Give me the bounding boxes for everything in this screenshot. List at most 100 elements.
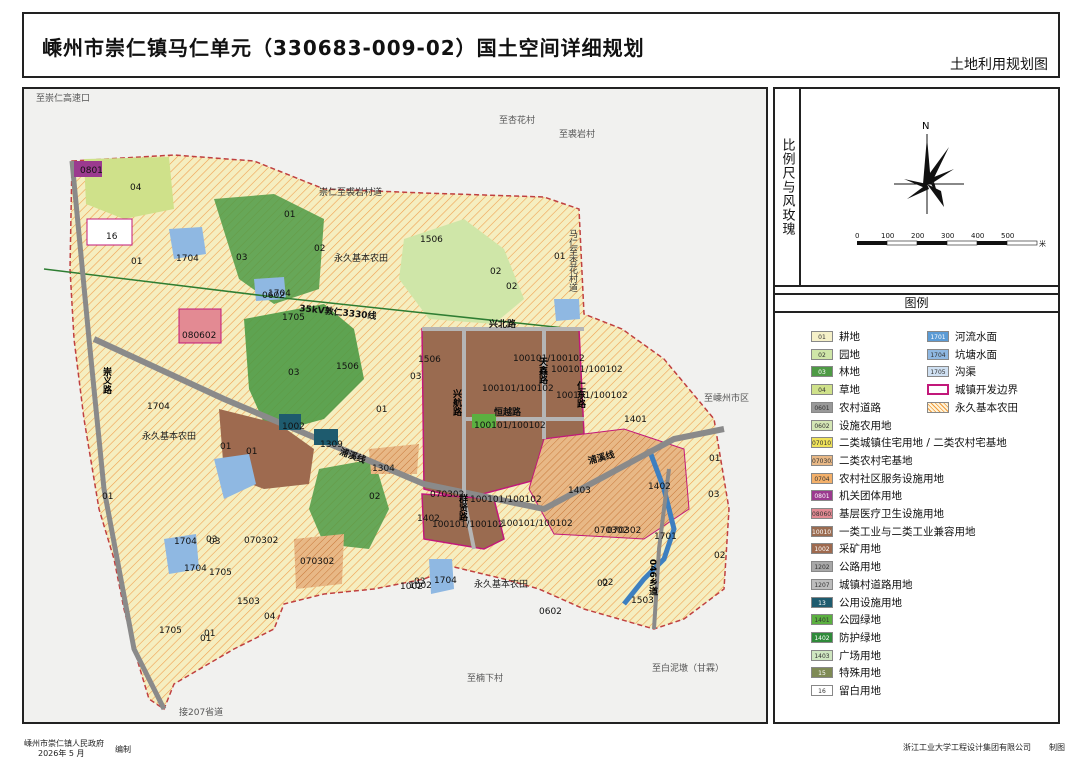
parcel-code[interactable]: 1705 [159, 626, 182, 636]
parcel-code[interactable]: 0602 [539, 607, 562, 617]
parcel-code[interactable]: 1002 [409, 581, 432, 591]
legend-swatch: 0602 [811, 419, 833, 431]
parcel-code[interactable]: 080602 [182, 331, 216, 341]
parcel-code[interactable]: 03 [288, 368, 299, 378]
map-panel[interactable]: 至崇仁高速口 至杏花村 至裘岩村 崇仁至裘岩村道 至嵊州市区 至白泥墩（甘霖） … [22, 87, 768, 724]
parcel-code[interactable]: 03 [236, 253, 247, 263]
parcel-code[interactable]: 01 [102, 492, 113, 502]
parcel-code[interactable]: 100101/100102 [513, 354, 585, 364]
legend-swatch: 1403 [811, 649, 833, 661]
parcel-code[interactable]: 01 [204, 629, 215, 639]
pond[interactable] [554, 299, 580, 321]
title-box: 嵊州市崇仁镇马仁单元（330683-009-02）国土空间详细规划 土地利用规划… [22, 12, 1060, 78]
parcel-code[interactable]: 02 [490, 267, 501, 277]
legend-label: 坑塘水面 [955, 348, 997, 361]
legend-item: 1705 沟渠 [927, 364, 976, 379]
land-use-map[interactable]: 至崇仁高速口 至杏花村 至裘岩村 崇仁至裘岩村道 至嵊州市区 至白泥墩（甘霖） … [24, 89, 766, 722]
parcel-code[interactable]: 01 [376, 405, 387, 415]
parcel-code[interactable]: 0602 [262, 291, 285, 301]
parcel-code[interactable]: 1705 [209, 568, 232, 578]
parcel-code[interactable]: 01 [709, 454, 720, 464]
parcel-code[interactable]: 01 [220, 442, 231, 452]
parcel-code[interactable]: 100101/100102 [474, 421, 546, 431]
parcel-code[interactable]: 1704 [176, 254, 199, 264]
parcel-code[interactable]: 03 [209, 537, 220, 547]
parcel-code[interactable]: 01 [284, 210, 295, 220]
parcel-code[interactable]: 1704 [174, 537, 197, 547]
parcel-code[interactable]: 100101/100102 [470, 495, 542, 505]
legend-swatch: 1705 [927, 366, 949, 378]
place-label: 至白泥墩（甘霖） [652, 662, 724, 674]
legend-item: 1402 防护绿地 [811, 630, 881, 645]
parcel-code[interactable]: 1506 [336, 362, 359, 372]
legend-swatch: 0704 [811, 472, 833, 484]
scale-tick: 200 [911, 232, 924, 240]
parcel-code[interactable]: 04 [130, 183, 142, 193]
parcel-code[interactable]: 03 [410, 372, 421, 382]
legend-label: 留白用地 [839, 685, 881, 697]
legend-title: 图例 [775, 293, 1058, 313]
legend-item: 15 特殊用地 [811, 665, 881, 680]
legend-item: 城镇开发边界 [927, 382, 1018, 397]
parcel-code[interactable]: 100101/100102 [482, 384, 554, 394]
legend-label: 采矿用地 [839, 543, 881, 556]
parcel-code[interactable]: 1704 [184, 564, 207, 574]
road-label: 崇义路 [101, 366, 113, 395]
parcel-code[interactable]: 1002 [282, 422, 305, 432]
legend-label: 防护绿地 [839, 631, 881, 644]
parcel-code[interactable]: 070302 [244, 536, 278, 546]
parcel-code[interactable]: 02 [506, 282, 517, 292]
legend-item: 1704 坑塘水面 [927, 347, 997, 362]
parcel-code[interactable]: 02 [314, 244, 325, 254]
parcel-code[interactable]: 100101/100102 [432, 520, 504, 530]
parcel-code[interactable]: 01 [554, 252, 565, 262]
parcel-code[interactable]: 1704 [434, 576, 457, 586]
road-label: 恒越路 [494, 406, 522, 418]
parcel-code[interactable]: 1503 [631, 596, 654, 606]
place-label: 至杏花村 [499, 114, 535, 126]
parcel-code[interactable]: 1506 [418, 355, 441, 365]
legend-swatch: 0601 [811, 401, 833, 413]
parcel-code[interactable]: 1506 [420, 235, 443, 245]
parcel-code[interactable]: 16 [106, 232, 118, 242]
map-title: 嵊州市崇仁镇马仁单元（330683-009-02）国土空间详细规划 [42, 36, 645, 60]
parcel-code[interactable]: 070302 [300, 557, 334, 567]
scale-label: 比例尺与风玫瑰 [775, 89, 801, 285]
legend-item: 1202 公路用地 [811, 559, 881, 574]
parcel-code[interactable]: 01 [246, 447, 257, 457]
parcel-code[interactable]: 0801 [80, 166, 103, 176]
parcel-code[interactable]: 1401 [624, 415, 647, 425]
legend-label: 林地 [839, 366, 860, 379]
parcel-code[interactable]: 1503 [237, 597, 260, 607]
parcel-code[interactable]: 1403 [568, 486, 591, 496]
parcel-code[interactable]: 1701 [654, 532, 677, 542]
scale-tick: 0 [855, 232, 859, 240]
parcel-code[interactable]: 070302 [430, 490, 464, 500]
parcel-code[interactable]: 1309 [320, 440, 343, 450]
parcel-code[interactable]: 1304 [372, 464, 395, 474]
parcel-code[interactable]: 03 [708, 490, 719, 500]
parcel-code[interactable]: 1704 [147, 402, 170, 412]
parcel-code[interactable]: 100101/100102 [556, 391, 628, 401]
parcel-code[interactable]: 02 [369, 492, 380, 502]
legend-item: 070101/070102 二类城镇住宅用地 / 二类农村宅基地 [811, 435, 1007, 450]
parcel-code[interactable]: 04 [264, 612, 276, 622]
parcel-code[interactable]: 01 [131, 257, 142, 267]
legend-item: 03 林地 [811, 364, 860, 379]
legend-swatch [927, 401, 949, 413]
parcel-code[interactable]: 070302 [607, 526, 641, 536]
legend-label: 城镇村道路用地 [839, 578, 913, 591]
legend-swatch: 1002 [811, 543, 833, 555]
legend-label: 城镇开发边界 [955, 384, 1018, 397]
farmland-label: 永久基本农田 [474, 578, 528, 590]
legend-item: 1002 采矿用地 [811, 541, 881, 556]
legend-label: 二类农村宅基地 [839, 454, 913, 467]
legend-swatch: 03 [811, 366, 833, 378]
parcel-code[interactable]: 1705 [282, 313, 305, 323]
farmland-label: 永久基本农田 [334, 252, 388, 264]
parcel-code[interactable]: 100101/100102 [551, 365, 623, 375]
parcel-code[interactable]: 02 [714, 551, 725, 561]
parcel-code[interactable]: 02 [597, 579, 608, 589]
parcel-code[interactable]: 1402 [648, 482, 671, 492]
parcel-code[interactable]: 100101/100102 [501, 519, 573, 529]
